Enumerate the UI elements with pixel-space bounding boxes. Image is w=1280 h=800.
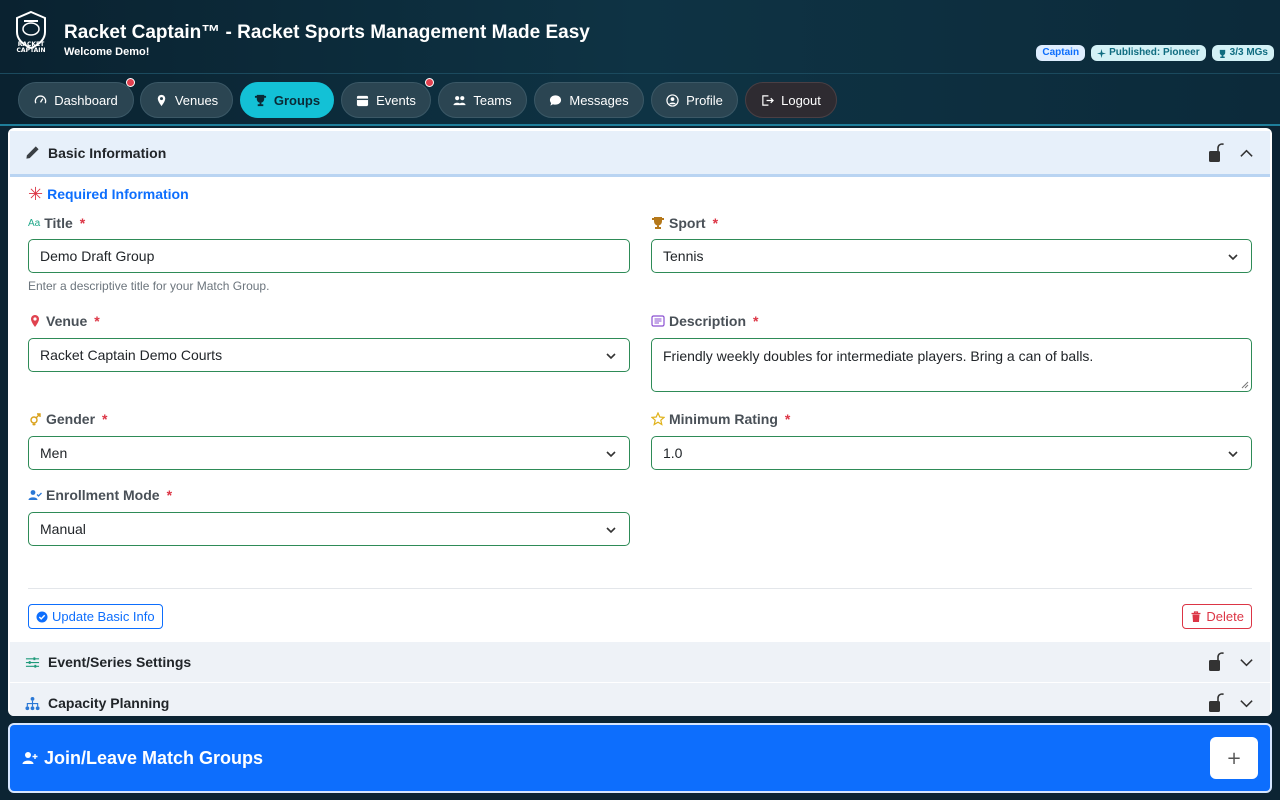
expand-plus-button[interactable]: + — [1210, 737, 1258, 779]
minimum-rating-label: Minimum Rating * — [651, 411, 790, 427]
sliders-icon — [25, 656, 40, 668]
user-check-icon — [28, 490, 42, 500]
nav-dashboard[interactable]: Dashboard — [18, 82, 134, 118]
published-badge: Published: Pioneer — [1091, 45, 1206, 61]
sport-select[interactable]: Tennis — [651, 239, 1252, 273]
events-notification-dot — [425, 78, 434, 87]
venue-select[interactable]: Racket Captain Demo Courts — [28, 338, 630, 372]
logo-text: RACKET CAPTAIN — [16, 41, 46, 54]
chevron-down-icon — [1228, 254, 1238, 261]
basic-information-header[interactable]: Basic Information — [10, 131, 1270, 177]
asterisk-icon: ✳ — [28, 184, 44, 204]
unlock-icon[interactable] — [1208, 143, 1224, 163]
app-header: RACKET CAPTAIN Racket Captain™ - Racket … — [0, 0, 1280, 74]
minimum-rating-select[interactable]: 1.0 — [651, 436, 1252, 470]
gender-label: Gender * — [28, 411, 107, 427]
chevron-down-icon — [606, 527, 616, 534]
event-series-settings-header[interactable]: Event/Series Settings — [10, 642, 1270, 682]
nav-profile[interactable]: Profile — [651, 82, 738, 118]
title-label: Aa Title * — [28, 215, 86, 231]
gender-select[interactable]: Men — [28, 436, 630, 470]
gauge-icon — [34, 94, 47, 104]
delete-button[interactable]: Delete — [1182, 604, 1252, 629]
description-label: Description * — [651, 313, 758, 329]
update-basic-info-button[interactable]: Update Basic Info — [28, 604, 163, 629]
text-aa-icon: Aa — [28, 217, 41, 229]
check-circle-icon — [36, 611, 48, 622]
title-help-text: Enter a descriptive title for your Match… — [28, 279, 270, 293]
nav-events[interactable]: Events — [341, 82, 431, 118]
logout-icon — [762, 94, 775, 106]
welcome-message: Welcome Demo! — [64, 46, 150, 58]
nav-groups[interactable]: Groups — [240, 82, 334, 118]
enrollment-mode-select[interactable]: Manual — [28, 512, 630, 546]
resize-handle-icon[interactable] — [1241, 381, 1249, 389]
sparkle-icon — [1097, 48, 1107, 58]
join-leave-match-groups-bar[interactable]: Join/Leave Match Groups + — [8, 723, 1272, 793]
group-editor-panel: Basic Information ✳ Required Information… — [8, 128, 1272, 716]
unlock-icon[interactable] — [1208, 693, 1224, 713]
trophy-icon — [652, 217, 664, 229]
location-pin-icon — [31, 315, 39, 327]
sport-label: Sport * — [651, 215, 718, 231]
nav-venues[interactable]: Venues — [140, 82, 233, 118]
people-icon — [453, 95, 466, 105]
enrollment-mode-label: Enrollment Mode * — [28, 487, 172, 503]
chevron-down-icon[interactable] — [1239, 696, 1254, 711]
capacity-planning-header[interactable]: Capacity Planning — [10, 683, 1270, 716]
section-divider — [28, 588, 1252, 589]
match-groups-badge: 3/3 MGs — [1211, 45, 1274, 61]
star-icon — [651, 412, 665, 426]
nav-logout[interactable]: Logout — [745, 82, 837, 118]
location-pin-icon — [157, 94, 166, 106]
calendar-icon — [357, 95, 369, 106]
status-badges: Captain Published: Pioneer 3/3 MGs — [1036, 45, 1274, 61]
trash-icon — [1191, 610, 1201, 622]
chevron-down-icon — [606, 451, 616, 458]
unlock-icon[interactable] — [1208, 652, 1224, 672]
captain-badge: Captain — [1036, 45, 1086, 61]
nav-teams[interactable]: Teams — [438, 82, 527, 118]
venue-label: Venue * — [28, 313, 100, 329]
description-textarea[interactable]: Friendly weekly doubles for intermediate… — [651, 338, 1252, 392]
dashboard-notification-dot — [126, 78, 135, 87]
pencil-icon — [26, 146, 39, 159]
user-plus-icon — [22, 752, 38, 764]
trophy-icon — [254, 94, 266, 106]
app-title: Racket Captain™ - Racket Sports Manageme… — [64, 22, 590, 43]
gender-icon — [30, 413, 41, 426]
chat-bubble-icon — [550, 94, 562, 106]
required-information-heading: ✳ Required Information — [28, 184, 189, 204]
chevron-down-icon — [606, 353, 616, 360]
text-lines-icon — [651, 315, 665, 327]
chevron-up-icon[interactable] — [1239, 146, 1254, 161]
trophy-icon — [1219, 49, 1225, 58]
chevron-down-icon[interactable] — [1239, 655, 1254, 670]
title-input[interactable]: Demo Draft Group — [28, 239, 630, 273]
main-nav: Dashboard Venues Groups Events Teams Mes… — [0, 74, 1280, 126]
hierarchy-icon — [25, 696, 40, 710]
user-circle-icon — [666, 93, 679, 107]
nav-messages[interactable]: Messages — [534, 82, 644, 118]
chevron-down-icon — [1228, 451, 1238, 458]
